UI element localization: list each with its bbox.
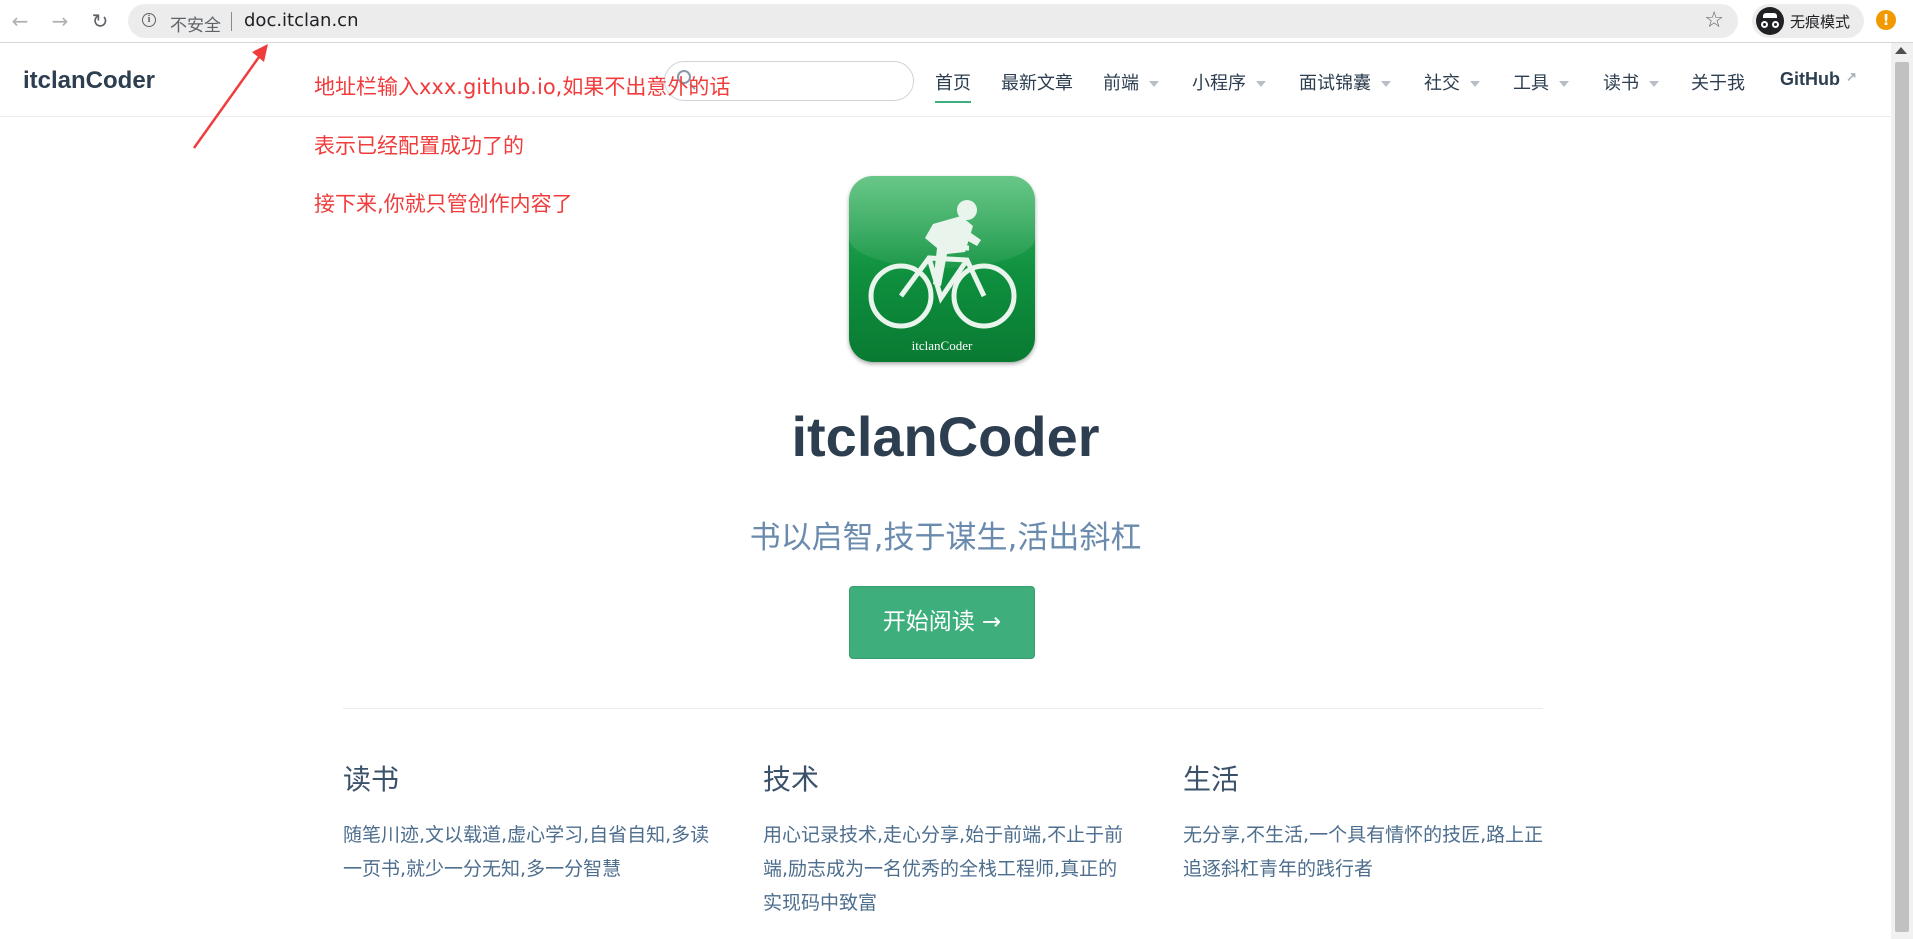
feature-title: 读书: [343, 763, 400, 796]
scrollbar-thumb[interactable]: [1895, 62, 1909, 932]
nav-item-label: 首页: [935, 73, 971, 93]
external-link-icon: ↗: [1846, 69, 1857, 84]
nav-item-miniprogram[interactable]: 小程序: [1192, 69, 1266, 95]
address-separator: [231, 12, 232, 31]
nav-item-about[interactable]: 关于我: [1691, 69, 1745, 95]
hero-title: itclanCoder: [791, 405, 1100, 468]
incognito-badge[interactable]: 无痕模式: [1752, 4, 1864, 38]
info-icon[interactable]: i: [142, 13, 156, 27]
star-icon[interactable]: ☆: [1704, 8, 1724, 33]
nav-item-reading[interactable]: 读书: [1603, 69, 1659, 95]
cyclist-icon: [868, 200, 1017, 329]
feature-title: 生活: [1183, 763, 1240, 796]
caret-down-icon: [1256, 81, 1266, 88]
feature-life: 生活 无分享,不生活,一个具有情怀的技匠,路上正追逐斜杠青年的践行者: [1183, 758, 1553, 886]
nav-item-tools[interactable]: 工具: [1513, 69, 1569, 95]
hero-logo-text: itclanCoder: [911, 338, 973, 353]
arrow-left-icon[interactable]: ←: [6, 8, 34, 34]
browser-toolbar: ← → ↻ i 不安全 doc.itclan.cn ☆ 无痕模式 !: [0, 0, 1913, 43]
feature-details: 用心记录技术,走心分享,始于前端,不止于前端,励志成为一名优秀的全栈工程师,真正…: [763, 824, 1124, 914]
nav-item-label: 社交: [1424, 73, 1460, 93]
hero-description: 书以启智,技于谋生,活出斜杠: [749, 520, 1142, 556]
annotation-line-2: 表示已经配置成功了的: [314, 134, 524, 158]
feature-reading: 读书 随笔川迹,文以载道,虚心学习,自省自知,多读一页书,就少一分无知,多一分智…: [343, 758, 713, 886]
scroll-up-arrow-icon[interactable]: [1895, 47, 1907, 54]
nav-item-label: 读书: [1603, 73, 1639, 93]
feature-title: 技术: [763, 763, 820, 796]
site-name[interactable]: itclanCoder: [23, 67, 155, 95]
nav-item-github[interactable]: GitHub ↗: [1780, 69, 1857, 90]
url-text[interactable]: doc.itclan.cn: [244, 10, 358, 31]
features-divider: [343, 708, 1543, 709]
caret-down-icon: [1649, 81, 1659, 88]
feature-details: 无分享,不生活,一个具有情怀的技匠,路上正追逐斜杠青年的践行者: [1183, 824, 1544, 880]
feature-tech: 技术 用心记录技术,走心分享,始于前端,不止于前端,励志成为一名优秀的全栈工程师…: [763, 758, 1133, 920]
caret-down-icon: [1559, 81, 1569, 88]
arrow-right-icon[interactable]: →: [46, 8, 74, 34]
incognito-icon: [1756, 7, 1784, 35]
nav-item-label: 工具: [1513, 73, 1549, 93]
nav-item-label: 小程序: [1192, 73, 1246, 93]
security-label[interactable]: 不安全: [170, 11, 221, 36]
caret-down-icon: [1381, 81, 1391, 88]
nav-item-label: GitHub: [1780, 69, 1840, 89]
nav-item-frontend[interactable]: 前端: [1103, 69, 1159, 95]
annotation-line-3: 接下来,你就只管创作内容了: [314, 192, 573, 216]
nav-item-latest[interactable]: 最新文章: [1001, 69, 1073, 95]
incognito-label: 无痕模式: [1790, 13, 1851, 31]
nav-item-social[interactable]: 社交: [1424, 69, 1480, 95]
nav-item-interview[interactable]: 面试锦囊: [1299, 69, 1391, 95]
nav-item-label: 前端: [1103, 73, 1139, 93]
active-underline: [935, 101, 971, 103]
nav-item-label: 关于我: [1691, 73, 1745, 93]
nav-item-label: 最新文章: [1001, 73, 1073, 93]
annotation-arrow: [192, 44, 268, 149]
reload-icon[interactable]: ↻: [86, 8, 114, 34]
annotation-line-1: 地址栏输入xxx.github.io,如果不出意外的话: [314, 75, 731, 99]
hero-logo: itclanCoder: [849, 176, 1035, 362]
caret-down-icon: [1470, 81, 1480, 88]
feature-details: 随笔川迹,文以载道,虚心学习,自省自知,多读一页书,就少一分无知,多一分智慧: [343, 824, 710, 880]
alert-icon[interactable]: !: [1876, 10, 1896, 30]
nav-item-home[interactable]: 首页: [935, 69, 971, 103]
nav-item-label: 面试锦囊: [1299, 73, 1371, 93]
address-bar[interactable]: i 不安全 doc.itclan.cn ☆: [128, 4, 1738, 38]
start-reading-button[interactable]: 开始阅读 →: [849, 586, 1035, 659]
caret-down-icon: [1149, 81, 1159, 88]
